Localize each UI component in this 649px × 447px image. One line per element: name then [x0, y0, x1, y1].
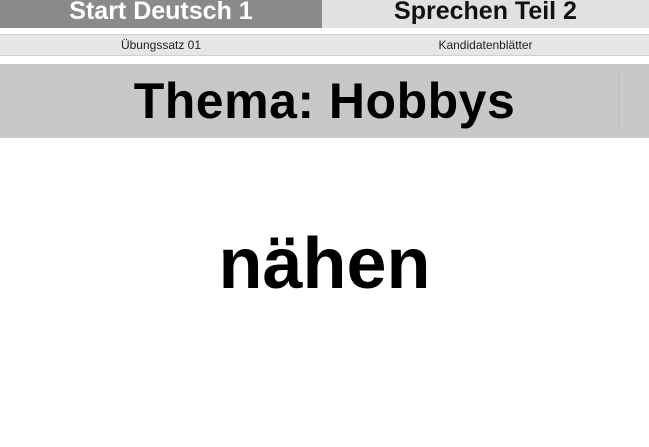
practice-set-label: Übungssatz 01 [120, 38, 202, 52]
header-bar: Start Deutsch 1 Sprechen Teil 2 [0, 0, 649, 28]
candidate-sheets-label: Kandidatenblätter [438, 38, 533, 52]
section-title: Sprechen Teil 2 [322, 0, 649, 28]
card-word: nähen [218, 224, 431, 304]
topic-bar: Thema: Hobbys [0, 64, 649, 138]
topic-title: Thema: Hobbys [133, 73, 516, 129]
divider [618, 72, 619, 130]
exam-card-page: Start Deutsch 1 Sprechen Teil 2 Übungssa… [0, 0, 649, 447]
exam-title: Start Deutsch 1 [0, 0, 322, 28]
subheader-bar: Übungssatz 01 Kandidatenblätter [0, 34, 649, 56]
